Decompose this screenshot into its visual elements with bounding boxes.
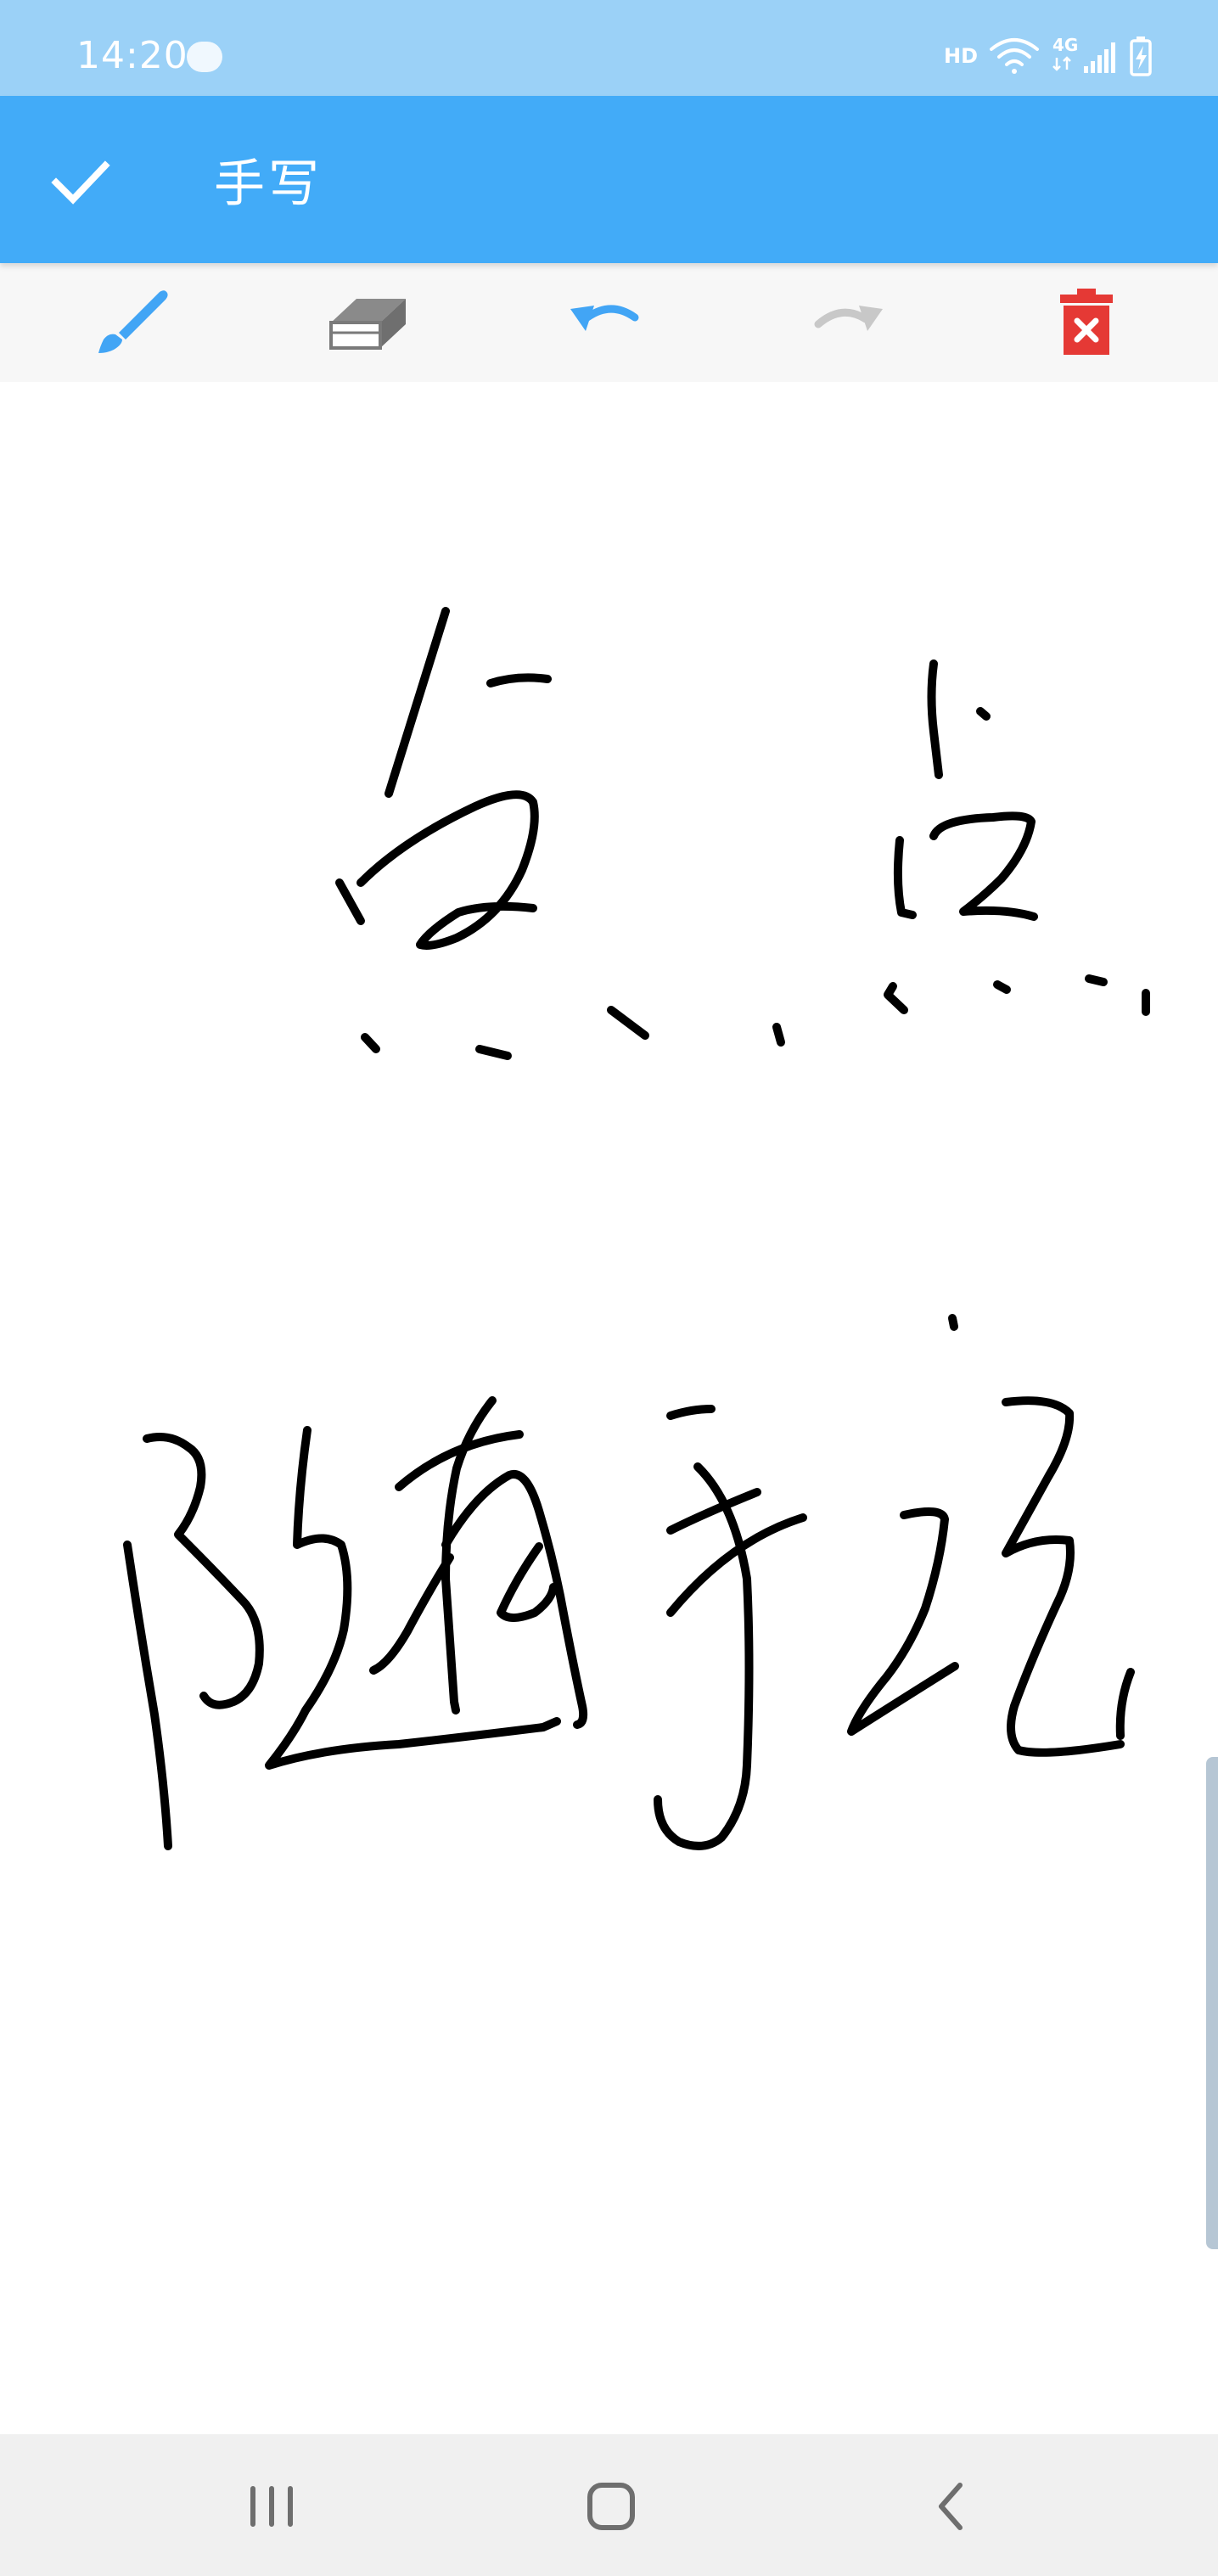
- status-bar: 14:20 HD 4G: [0, 0, 1218, 96]
- data-arrows-icon: [1052, 56, 1071, 71]
- scroll-handle[interactable]: [1206, 1757, 1218, 2249]
- stroke: [384, 607, 450, 798]
- home-icon: [587, 2483, 635, 2530]
- handwriting-canvas[interactable]: [0, 382, 1218, 2434]
- ink-strokes: [123, 607, 1150, 1850]
- stroke: [927, 659, 943, 779]
- trash-icon: [1060, 289, 1113, 355]
- page-title: 手写: [214, 154, 323, 214]
- wifi-icon: [990, 38, 1039, 74]
- handwriting-screen: 14:20 HD 4G 手写: [0, 0, 1218, 2576]
- brush-icon: [98, 290, 168, 353]
- stroke: [143, 1433, 264, 1709]
- stroke: [976, 707, 991, 721]
- hd-label: HD: [944, 44, 979, 68]
- stroke: [441, 1469, 588, 1729]
- redo-icon: [814, 306, 883, 331]
- stroke: [497, 1542, 558, 1622]
- recent-apps-button[interactable]: [225, 2468, 318, 2545]
- stroke: [486, 673, 552, 687]
- stroke: [1115, 1668, 1135, 1740]
- stroke: [607, 1006, 649, 1040]
- battery-charging-icon: [1130, 36, 1152, 76]
- status-time: 14:20: [76, 34, 188, 77]
- signal-icon: [1084, 42, 1115, 73]
- check-icon: [51, 160, 110, 205]
- stroke: [1085, 974, 1108, 986]
- stroke: [948, 1314, 958, 1331]
- cell-type-label: 4G: [1052, 35, 1078, 55]
- stroke: [369, 1553, 454, 1675]
- undo-icon: [570, 305, 639, 331]
- undo-button[interactable]: [560, 280, 654, 365]
- stroke: [847, 1507, 959, 1736]
- home-button[interactable]: [564, 2468, 658, 2545]
- notification-badge-icon: [187, 42, 222, 72]
- stroke: [929, 811, 1038, 921]
- stroke: [356, 790, 539, 950]
- back-button[interactable]: [904, 2468, 997, 2545]
- stroke: [1002, 1396, 1125, 1757]
- navigation-bar: [0, 2434, 1218, 2576]
- drawing-toolbar: [0, 263, 1218, 382]
- stroke: [993, 980, 1011, 994]
- stroke: [666, 1488, 761, 1535]
- app-bar: 手写: [0, 96, 1218, 263]
- stroke: [666, 1405, 716, 1420]
- eraser-button[interactable]: [321, 280, 414, 365]
- stroke: [772, 1023, 785, 1047]
- brush-button[interactable]: [85, 280, 178, 365]
- stroke: [335, 878, 365, 925]
- back-icon: [939, 2483, 963, 2530]
- stroke: [123, 1541, 172, 1850]
- eraser-icon: [329, 299, 406, 350]
- stroke: [884, 982, 908, 1014]
- stroke: [361, 1033, 380, 1053]
- status-icons: 4G: [990, 35, 1152, 76]
- stroke: [654, 1462, 754, 1850]
- stroke: [893, 836, 917, 919]
- recent-apps-icon: [250, 2486, 293, 2527]
- confirm-button[interactable]: [42, 143, 119, 219]
- clear-button[interactable]: [1040, 280, 1133, 365]
- stroke: [475, 1045, 512, 1060]
- redo-button[interactable]: [800, 280, 893, 365]
